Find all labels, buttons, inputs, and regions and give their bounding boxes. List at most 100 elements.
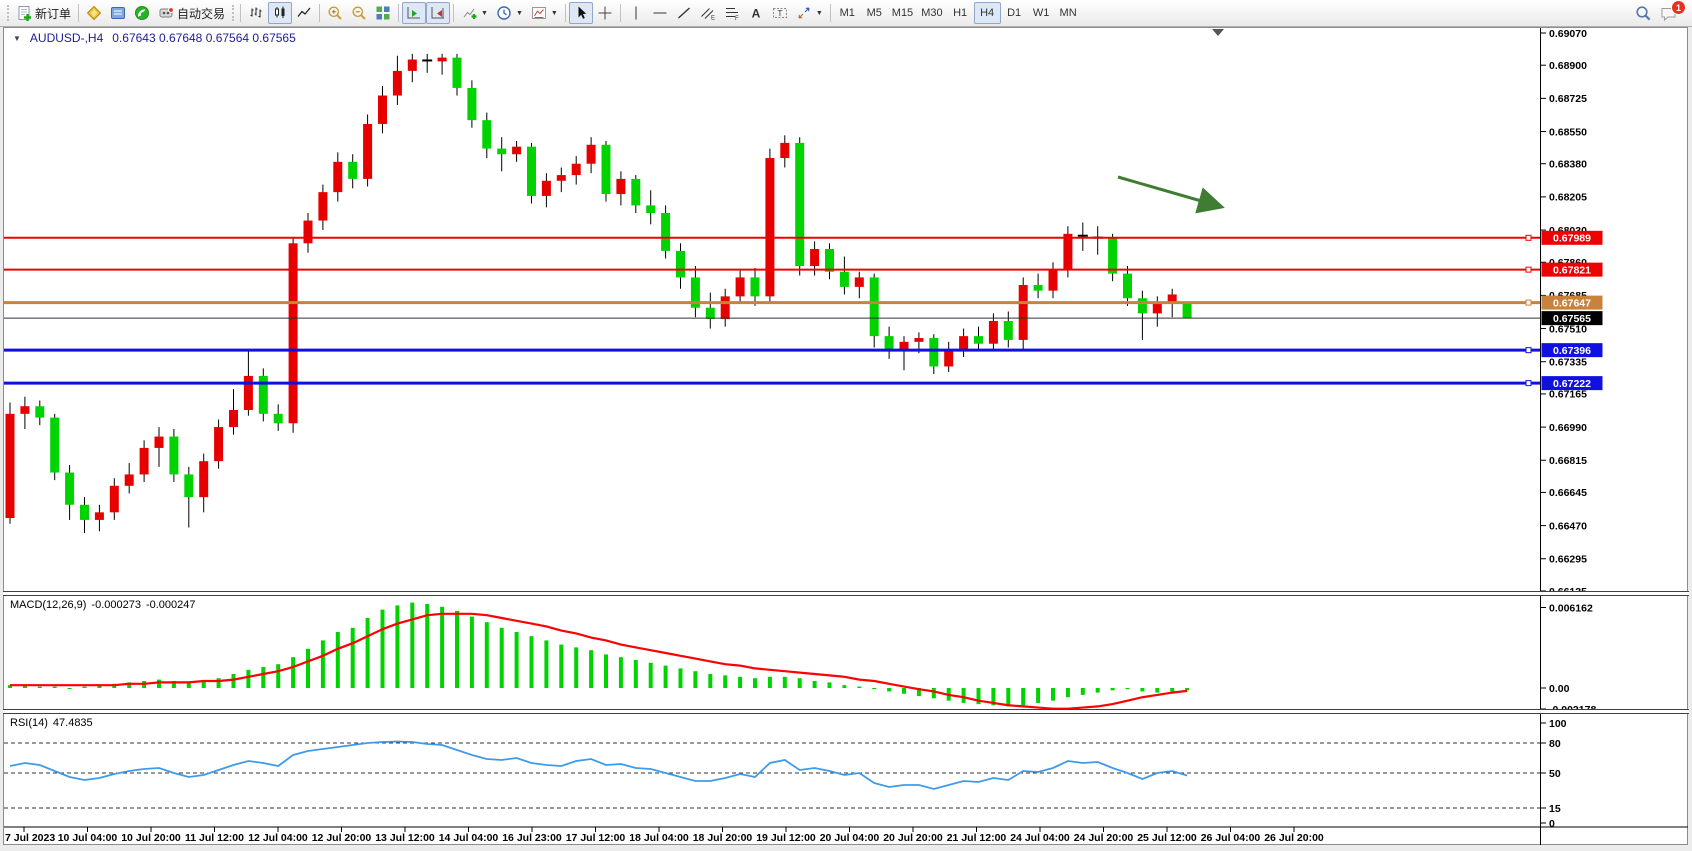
timeframe-mn-button[interactable]: MN: [1055, 2, 1082, 24]
market-watch-icon: [110, 5, 126, 21]
timeframe-m30-button[interactable]: M30: [917, 2, 946, 24]
new-order-button[interactable]: 新订单: [12, 2, 75, 24]
bar-chart-icon: [248, 5, 264, 21]
indicators-icon: [461, 5, 477, 21]
line-chart-icon: [296, 5, 312, 21]
candlestick-chart-button[interactable]: [268, 2, 292, 24]
timeframe-w1-button[interactable]: W1: [1028, 2, 1055, 24]
line-chart-button[interactable]: [292, 2, 316, 24]
toolbar-separator: [319, 4, 320, 22]
fibonacci-icon: F: [724, 5, 740, 21]
autotrading-label: 自动交易: [177, 5, 225, 22]
svg-text:T: T: [777, 9, 782, 18]
channel-icon: E: [700, 5, 716, 21]
notification-badge: 1: [1671, 0, 1686, 15]
cursor-icon: [573, 5, 589, 21]
templates-icon: [531, 5, 547, 21]
indicators-button[interactable]: ▼: [457, 2, 492, 24]
crosshair-button[interactable]: [593, 2, 617, 24]
svg-text:A: A: [752, 7, 761, 21]
autotrading-button[interactable]: 自动交易: [154, 2, 229, 24]
candlestick-icon: [272, 5, 288, 21]
toolbar-separator: [398, 4, 399, 22]
toolbar-separator: [453, 4, 454, 22]
search-button[interactable]: [1631, 2, 1656, 24]
toolbar-drag-handle[interactable]: [7, 5, 9, 21]
pane-separator-macd[interactable]: [3, 591, 1689, 596]
fibonacci-button[interactable]: F: [720, 2, 744, 24]
periods-clock-icon: [496, 5, 512, 21]
toolbar-separator: [565, 4, 566, 22]
crosshair-icon: [597, 5, 613, 21]
rsi-label: RSI(14) 47.4835: [10, 717, 93, 729]
toolbar-separator: [240, 4, 241, 22]
timeframe-group: M1M5M15M30H1H4D1W1MN: [834, 2, 1082, 24]
macd-label: MACD(12,26,9) -0.000273 -0.000247: [10, 599, 196, 611]
tile-windows-icon: [375, 5, 391, 21]
market-watch-button[interactable]: [106, 2, 130, 24]
time-axis[interactable]: [4, 828, 1539, 845]
chevron-down-icon: ▼: [816, 10, 823, 17]
chart-dropdown-icon[interactable]: ▼: [13, 34, 21, 43]
svg-text:E: E: [711, 16, 715, 22]
chart-profile-button[interactable]: [82, 2, 106, 24]
timeframe-m15-button[interactable]: M15: [888, 2, 917, 24]
macd-name: MACD(12,26,9): [10, 599, 86, 611]
auto-scroll-icon: [406, 5, 422, 21]
pane-separator-rsi[interactable]: [3, 709, 1689, 714]
text-tool-button[interactable]: A: [744, 2, 768, 24]
main-toolbar: 新订单 自动交易 ▼ ▼ ▼ E F A T ▼ M1M5M15M30H1H4D…: [0, 0, 1692, 27]
text-label-button[interactable]: T: [768, 2, 792, 24]
signals-button[interactable]: [130, 2, 154, 24]
trendline-button[interactable]: [672, 2, 696, 24]
macd-signal-value: -0.000247: [146, 599, 196, 611]
chart-shift-icon: [430, 5, 446, 21]
bar-chart-button[interactable]: [244, 2, 268, 24]
svg-text:F: F: [735, 16, 739, 21]
equidistant-channel-button[interactable]: E: [696, 2, 720, 24]
trendline-icon: [676, 5, 692, 21]
rsi-value: 47.4835: [53, 717, 93, 729]
chart-main-area[interactable]: [4, 28, 1539, 591]
toolbar-separator: [830, 4, 831, 22]
vertical-line-icon: [628, 5, 644, 21]
timeframe-m5-button[interactable]: M5: [861, 2, 888, 24]
arrows-tool-button[interactable]: ▼: [792, 2, 827, 24]
toolbar-drag-handle[interactable]: [232, 5, 234, 21]
vertical-line-button[interactable]: [624, 2, 648, 24]
toolbar-separator: [620, 4, 621, 22]
new-order-icon: [16, 5, 32, 21]
zoom-out-button[interactable]: [347, 2, 371, 24]
chevron-down-icon: ▼: [481, 10, 488, 17]
macd-value: -0.000273: [91, 599, 141, 611]
horizontal-line-button[interactable]: [648, 2, 672, 24]
chat-button[interactable]: 1: [1656, 2, 1682, 24]
chart-title: ▼ AUDUSD-,H4 0.67643 0.67648 0.67564 0.6…: [13, 31, 296, 45]
chart-profile-icon: [86, 5, 102, 21]
search-icon: [1635, 5, 1652, 22]
horizontal-line-icon: [652, 5, 668, 21]
zoom-out-icon: [351, 5, 367, 21]
timeframe-h4-button[interactable]: H4: [974, 2, 1001, 24]
timeframe-m1-button[interactable]: M1: [834, 2, 861, 24]
zoom-in-icon: [327, 5, 343, 21]
timeframe-d1-button[interactable]: D1: [1001, 2, 1028, 24]
rsi-name: RSI(14): [10, 717, 48, 729]
auto-scroll-button[interactable]: [402, 2, 426, 24]
cursor-button[interactable]: [569, 2, 593, 24]
periods-button[interactable]: ▼: [492, 2, 527, 24]
zoom-in-button[interactable]: [323, 2, 347, 24]
toolbar-separator: [78, 4, 79, 22]
price-axis[interactable]: [1541, 28, 1688, 827]
chart-ohlc-values: 0.67643 0.67648 0.67564 0.67565: [112, 31, 296, 45]
timeframe-h1-button[interactable]: H1: [947, 2, 974, 24]
text-icon: A: [748, 5, 764, 21]
chart-shift-button[interactable]: [426, 2, 450, 24]
chart-symbol-period: AUDUSD-,H4: [30, 31, 103, 45]
templates-button[interactable]: ▼: [527, 2, 562, 24]
tile-windows-button[interactable]: [371, 2, 395, 24]
label-icon: T: [772, 5, 788, 21]
new-order-label: 新订单: [35, 5, 71, 22]
chevron-down-icon: ▼: [551, 10, 558, 17]
autotrading-icon: [158, 5, 174, 21]
